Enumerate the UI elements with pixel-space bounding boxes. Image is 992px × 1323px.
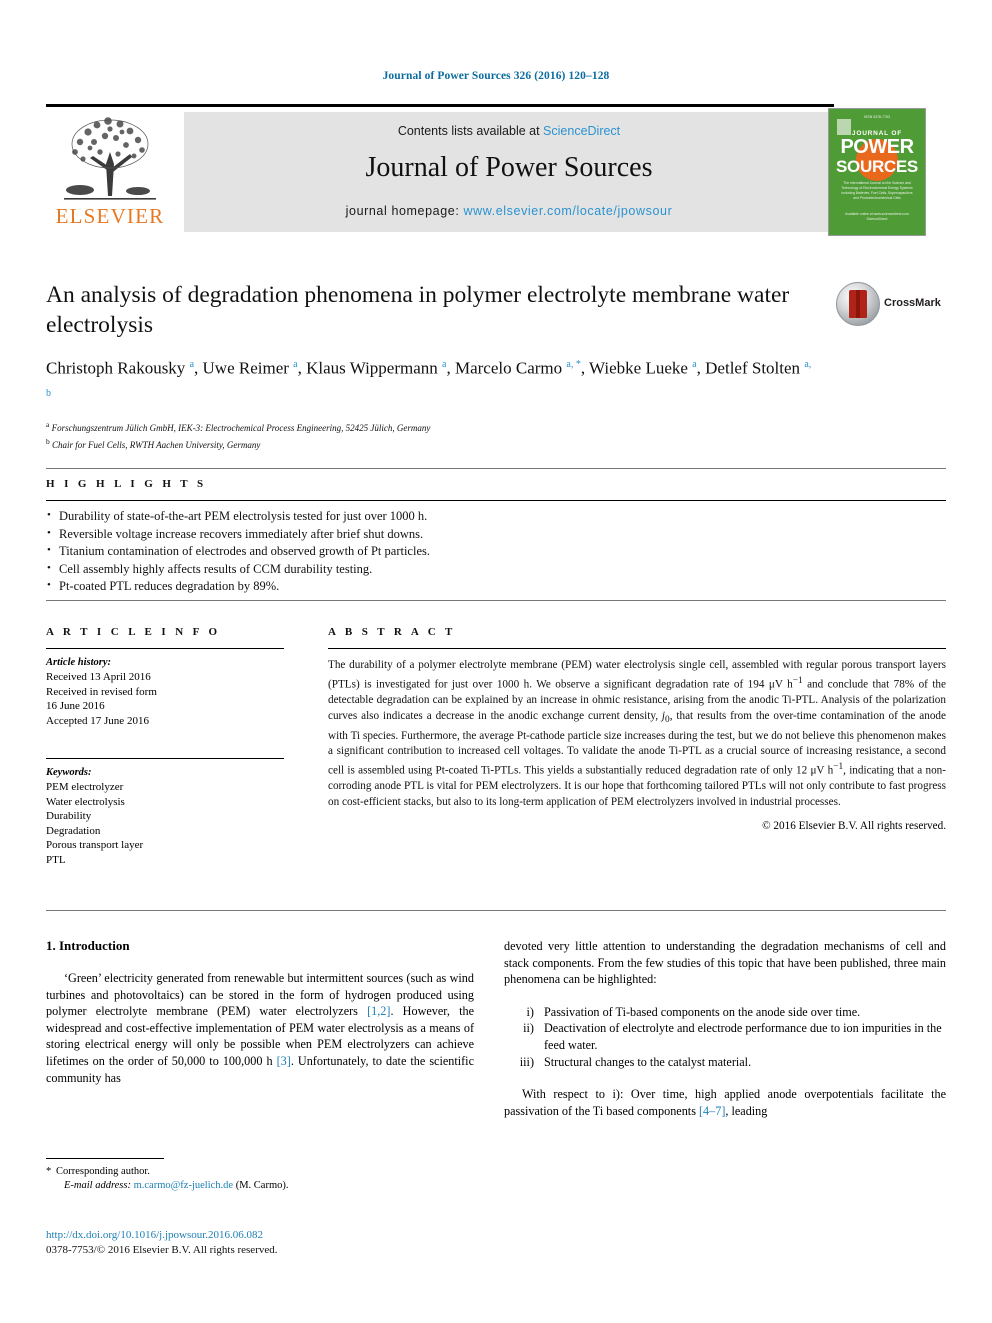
keyword-item: Water electrolysis: [46, 795, 125, 808]
abstract-rule: [328, 648, 946, 650]
journal-masthead: ELSEVIER Contents lists available at Sci…: [46, 104, 946, 236]
contents-prefix: Contents lists available at: [397, 124, 544, 138]
page-title: An analysis of degradation phenomena in …: [46, 282, 790, 338]
affiliation-a-marker: a: [46, 420, 50, 430]
author-list: Christoph Rakousky a, Uwe Reimer a, Klau…: [46, 358, 812, 399]
masthead-banner: Contents lists available at ScienceDirec…: [184, 112, 834, 232]
homepage-prefix: journal homepage:: [345, 204, 464, 218]
phenomena-marker: ii): [523, 1021, 534, 1036]
phenomena-text: Structural changes to the catalyst mater…: [544, 1054, 752, 1069]
intro-paragraph-left: ‘Green’ electricity generated from renew…: [46, 971, 474, 1085]
article-history-line: Received 13 April 2016: [46, 671, 151, 684]
masthead-top-rule: [46, 104, 834, 107]
highlights-heading: H I G H L I G H T S: [46, 478, 207, 490]
cover-blurb-text: The International Journal on the Science…: [841, 181, 913, 200]
keywords-rule: [46, 758, 284, 760]
article-info-rule: [46, 648, 284, 650]
highlights-list: Durability of state-of-the-art PEM elect…: [46, 507, 946, 596]
sciencedirect-link[interactable]: ScienceDirect: [543, 124, 620, 138]
elsevier-wordmark: ELSEVIER: [55, 204, 165, 228]
journal-homepage-line: journal homepage: www.elsevier.com/locat…: [184, 204, 834, 218]
body-right-column: devoted very little attention to underst…: [504, 938, 946, 1119]
phenomena-text: Passivation of Ti-based components on th…: [544, 1004, 861, 1019]
article-history-line: Received in revised form: [46, 685, 157, 698]
keywords-label: Keywords:: [46, 767, 92, 779]
article-history-line: 16 June 2016: [46, 700, 105, 713]
affiliation-a: a Forschungszentrum Jülich GmbH, IEK-3: …: [46, 419, 946, 435]
body-left-column: 1. Introduction ‘Green’ electricity gene…: [46, 938, 474, 1086]
keyword-item: Durability: [46, 810, 92, 823]
keyword-item: PTL: [46, 853, 66, 866]
phenomena-list-item: ii) Deactivation of electrolyte and elect…: [504, 1020, 946, 1053]
highlights-top-rule: [46, 468, 946, 469]
article-info-column: A R T I C L E I N F O Article history: R…: [46, 626, 284, 867]
elsevier-tree-icon: [64, 117, 156, 200]
journal-title: Journal of Power Sources: [365, 152, 653, 183]
intro-paragraph-right: devoted very little attention to underst…: [504, 939, 946, 987]
article-info-heading: A R T I C L E I N F O: [46, 626, 221, 638]
running-head-citation: Journal of Power Sources 326 (2016) 120–…: [382, 70, 610, 82]
page-footer: http://dx.doi.org/10.1016/j.jpowsour.201…: [46, 1228, 546, 1258]
corresponding-author-star: *: [46, 1166, 52, 1177]
cover-issn-label: ISSN 0378-7753: [864, 115, 890, 119]
section-title-introduction: 1. Introduction: [46, 938, 130, 953]
doi-link[interactable]: http://dx.doi.org/10.1016/j.jpowsour.201…: [46, 1228, 546, 1243]
phenomena-marker: iii): [519, 1054, 534, 1069]
highlight-item: Reversible voltage increase recovers imm…: [46, 525, 946, 544]
abstract-heading: A B S T R A C T: [328, 626, 456, 638]
affiliation-b-text: Chair for Fuel Cells, RWTH Aachen Univer…: [52, 439, 261, 450]
affiliation-b: b Chair for Fuel Cells, RWTH Aachen Univ…: [46, 436, 946, 452]
highlight-item: Titanium contamination of electrodes and…: [46, 542, 946, 561]
email-note: E-mail address: m.carmo@fz-juelich.de (M…: [46, 1179, 474, 1193]
highlights-section: H I G H L I G H T S Durability of state-…: [46, 468, 946, 596]
keyword-item: Porous transport layer: [46, 839, 144, 852]
keyword-item: Degradation: [46, 824, 101, 837]
abstract-column: A B S T R A C T The durability of a poly…: [328, 626, 946, 832]
corresponding-author-note: * Corresponding author.: [46, 1165, 474, 1179]
contents-available-line: Contents lists available at ScienceDirec…: [184, 124, 834, 138]
email-label: E-mail address:: [64, 1180, 131, 1191]
article-history-list: Received 13 April 2016 Received in revise…: [46, 670, 284, 728]
corresponding-author-text: Corresponding author.: [56, 1166, 150, 1177]
phenomena-list-item: i) Passivation of Ti-based components on …: [504, 1004, 946, 1021]
crossmark-book-icon: [849, 290, 867, 318]
phenomena-marker: i): [526, 1004, 534, 1019]
phenomena-list: i) Passivation of Ti-based components on …: [504, 1004, 946, 1070]
info-abstract-section: A R T I C L E I N F O Article history: R…: [46, 600, 946, 866]
cover-sources-word: SOURCES: [836, 157, 918, 176]
crossmark-logo[interactable]: CrossMark: [836, 282, 946, 326]
article-history-line: Accepted 17 June 2016: [46, 714, 149, 727]
issn-copyright-line: 0378-7753/© 2016 Elsevier B.V. All right…: [46, 1244, 278, 1256]
affiliation-a-text: Forschungszentrum Jülich GmbH, IEK-3: El…: [51, 423, 431, 434]
info-abstract-top-rule: [46, 600, 946, 601]
footnote-rule: [46, 1158, 164, 1159]
elsevier-logo: ELSEVIER: [46, 112, 174, 232]
cover-power-word: POWER: [840, 136, 914, 158]
highlight-item: Durability of state-of-the-art PEM elect…: [46, 507, 946, 526]
highlights-rule: [46, 500, 946, 502]
phenomena-list-item: iii) Structural changes to the catalyst m…: [504, 1054, 946, 1071]
email-link[interactable]: m.carmo@fz-juelich.de: [134, 1180, 233, 1191]
keywords-list: PEM electrolyzer Water electrolysis Durabi…: [46, 780, 284, 867]
highlight-item: Cell assembly highly affects results of …: [46, 560, 946, 579]
abstract-body: The durability of a polymer electrolyte …: [328, 659, 946, 808]
affiliation-b-marker: b: [46, 436, 50, 446]
article-history-label: Article history:: [46, 657, 112, 669]
highlight-item: Pt-coated PTL reduces degradation by 89%…: [46, 577, 946, 596]
crossmark-badge-icon: [836, 282, 880, 326]
crossmark-label: CrossMark: [884, 297, 941, 309]
abstract-copyright: © 2016 Elsevier B.V. All rights reserved…: [762, 820, 946, 833]
cover-footer-text: Available online at www.sciencedirect.co…: [845, 212, 909, 221]
keyword-item: PEM electrolyzer: [46, 781, 124, 794]
journal-cover-thumbnail: ISSN 0378-7753 JOURNAL OF POWER SOURCES …: [828, 108, 926, 236]
title-block: An analysis of degradation phenomena in …: [46, 280, 946, 451]
body-top-rule: [46, 910, 946, 911]
intro-paragraph-right-2: With respect to i): Over time, high appl…: [504, 1087, 946, 1118]
phenomena-text: Deactivation of electrolyte and electrod…: [544, 1021, 942, 1052]
journal-article-page: Journal of Power Sources 326 (2016) 120–…: [0, 0, 992, 1323]
journal-homepage-link[interactable]: www.elsevier.com/locate/jpowsour: [463, 204, 672, 218]
footnote-block: * Corresponding author. E-mail address: …: [46, 1158, 474, 1193]
email-suffix: (M. Carmo).: [235, 1180, 289, 1191]
